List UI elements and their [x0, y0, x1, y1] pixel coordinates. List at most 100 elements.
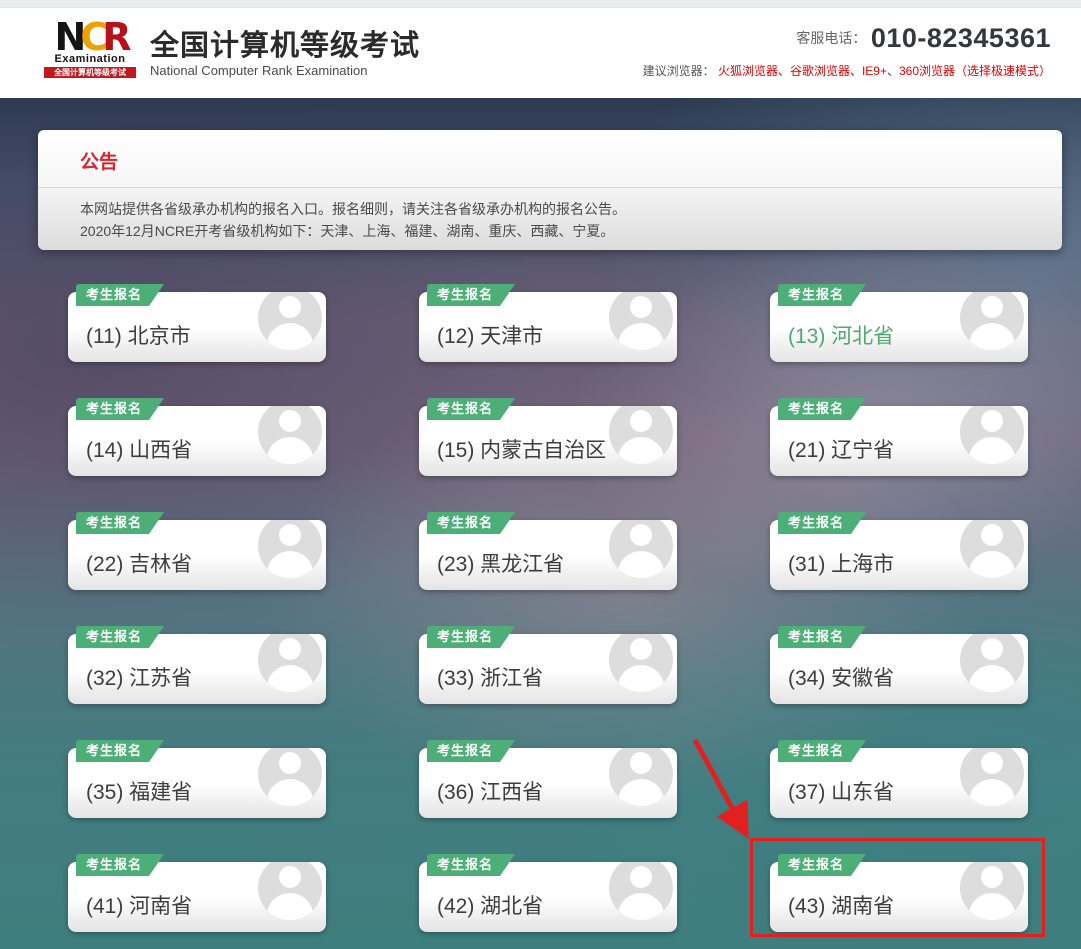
person-avatar-icon — [960, 634, 1024, 692]
header-contact-area: 客服电话： 010-82345361 建议浏览器： 火狐浏览器、谷歌浏览器、IE… — [643, 23, 1051, 79]
badge-label: 考生报名 — [788, 743, 844, 758]
person-avatar-icon — [609, 406, 673, 464]
province-card[interactable]: 考生报名 (43) 湖南省 — [770, 862, 1028, 932]
person-avatar-icon — [609, 634, 673, 692]
person-avatar-icon — [960, 520, 1024, 578]
candidate-registration-badge: 考生报名 — [778, 512, 866, 534]
service-phone: 客服电话： 010-82345361 — [643, 23, 1051, 54]
site-header: NCR Examination 全国计算机等级考试 全国计算机等级考试 Nati… — [0, 9, 1081, 98]
badge-label: 考生报名 — [788, 857, 844, 872]
badge-label: 考生报名 — [788, 629, 844, 644]
candidate-registration-badge: 考生报名 — [427, 626, 515, 648]
province-card[interactable]: 考生报名 (32) 江苏省 — [68, 634, 326, 704]
ncre-logo-icon: NCR Examination 全国计算机等级考试 — [44, 21, 136, 78]
site-title-block: 全国计算机等级考试 National Computer Rank Examina… — [150, 21, 420, 79]
site-logo: NCR Examination 全国计算机等级考试 全国计算机等级考试 Nati… — [44, 21, 420, 79]
candidate-registration-badge: 考生报名 — [76, 854, 164, 876]
candidate-registration-badge: 考生报名 — [427, 398, 515, 420]
province-card[interactable]: 考生报名 (33) 浙江省 — [419, 634, 677, 704]
person-avatar-icon — [960, 406, 1024, 464]
province-label: (41) 河南省 — [86, 890, 192, 920]
province-card[interactable]: 考生报名 (34) 安徽省 — [770, 634, 1028, 704]
browser-recommendation: 建议浏览器： 火狐浏览器、谷歌浏览器、IE9+、360浏览器（选择极速模式） — [643, 62, 1051, 79]
badge-label: 考生报名 — [788, 515, 844, 530]
person-avatar-icon — [258, 520, 322, 578]
province-label: (31) 上海市 — [788, 548, 894, 578]
logo-banner-text: 全国计算机等级考试 — [44, 67, 136, 78]
service-phone-number: 010-82345361 — [871, 23, 1051, 53]
announcement-panel: 公告 本网站提供各省级承办机构的报名入口。报名细则，请关注各省级承办机构的报名公… — [38, 130, 1062, 250]
province-label: (36) 江西省 — [437, 776, 543, 806]
badge-label: 考生报名 — [788, 401, 844, 416]
person-avatar-icon — [258, 748, 322, 806]
province-card[interactable]: 考生报名 (41) 河南省 — [68, 862, 326, 932]
browser-recommendation-list: 火狐浏览器、谷歌浏览器、IE9+、360浏览器（选择极速模式） — [718, 64, 1051, 78]
province-label: (23) 黑龙江省 — [437, 548, 564, 578]
province-card[interactable]: 考生报名 (36) 江西省 — [419, 748, 677, 818]
badge-label: 考生报名 — [437, 515, 493, 530]
badge-label: 考生报名 — [437, 743, 493, 758]
province-label: (12) 天津市 — [437, 320, 543, 350]
announcement-line-1: 本网站提供各省级承办机构的报名入口。报名细则，请关注各省级承办机构的报名公告。 — [38, 198, 1062, 220]
person-avatar-icon — [609, 862, 673, 920]
province-label: (43) 湖南省 — [788, 890, 894, 920]
province-label: (35) 福建省 — [86, 776, 192, 806]
badge-label: 考生报名 — [86, 401, 142, 416]
candidate-registration-badge: 考生报名 — [76, 398, 164, 420]
announcement-title: 公告 — [38, 130, 1062, 174]
person-avatar-icon — [258, 406, 322, 464]
person-avatar-icon — [258, 292, 322, 350]
person-avatar-icon — [609, 292, 673, 350]
badge-label: 考生报名 — [437, 401, 493, 416]
province-card[interactable]: 考生报名 (23) 黑龙江省 — [419, 520, 677, 590]
candidate-registration-badge: 考生报名 — [427, 284, 515, 306]
province-card[interactable]: 考生报名 (22) 吉林省 — [68, 520, 326, 590]
person-avatar-icon — [258, 634, 322, 692]
province-label: (15) 内蒙古自治区 — [437, 434, 606, 464]
candidate-registration-badge: 考生报名 — [778, 284, 866, 306]
badge-label: 考生报名 — [788, 287, 844, 302]
province-label: (14) 山西省 — [86, 434, 192, 464]
province-card[interactable]: 考生报名 (31) 上海市 — [770, 520, 1028, 590]
person-avatar-icon — [609, 520, 673, 578]
province-label: (32) 江苏省 — [86, 662, 192, 692]
province-card[interactable]: 考生报名 (21) 辽宁省 — [770, 406, 1028, 476]
person-avatar-icon — [258, 862, 322, 920]
badge-label: 考生报名 — [437, 629, 493, 644]
site-title-cn: 全国计算机等级考试 — [150, 29, 420, 63]
province-card[interactable]: 考生报名 (15) 内蒙古自治区 — [419, 406, 677, 476]
candidate-registration-badge: 考生报名 — [76, 740, 164, 762]
page-top-strip — [0, 0, 1081, 8]
candidate-registration-badge: 考生报名 — [778, 740, 866, 762]
candidate-registration-badge: 考生报名 — [778, 854, 866, 876]
province-card[interactable]: 考生报名 (13) 河北省 — [770, 292, 1028, 362]
person-avatar-icon — [960, 862, 1024, 920]
candidate-registration-badge: 考生报名 — [76, 512, 164, 534]
candidate-registration-badge: 考生报名 — [76, 626, 164, 648]
candidate-registration-badge: 考生报名 — [427, 854, 515, 876]
province-card[interactable]: 考生报名 (11) 北京市 — [68, 292, 326, 362]
browser-recommendation-label: 建议浏览器： — [643, 64, 715, 78]
province-label: (33) 浙江省 — [437, 662, 543, 692]
badge-label: 考生报名 — [437, 857, 493, 872]
province-label: (11) 北京市 — [86, 320, 191, 350]
province-card[interactable]: 考生报名 (12) 天津市 — [419, 292, 677, 362]
province-card[interactable]: 考生报名 (14) 山西省 — [68, 406, 326, 476]
province-card[interactable]: 考生报名 (35) 福建省 — [68, 748, 326, 818]
candidate-registration-badge: 考生报名 — [427, 740, 515, 762]
candidate-registration-badge: 考生报名 — [76, 284, 164, 306]
province-label: (22) 吉林省 — [86, 548, 192, 578]
candidate-registration-badge: 考生报名 — [427, 512, 515, 534]
province-label: (34) 安徽省 — [788, 662, 894, 692]
province-label: (42) 湖北省 — [437, 890, 543, 920]
badge-label: 考生报名 — [437, 287, 493, 302]
candidate-registration-badge: 考生报名 — [778, 626, 866, 648]
province-label: (13) 河北省 — [788, 320, 894, 350]
badge-label: 考生报名 — [86, 515, 142, 530]
province-card[interactable]: 考生报名 (42) 湖北省 — [419, 862, 677, 932]
person-avatar-icon — [609, 748, 673, 806]
province-card[interactable]: 考生报名 (37) 山东省 — [770, 748, 1028, 818]
province-label: (37) 山东省 — [788, 776, 894, 806]
person-avatar-icon — [960, 748, 1024, 806]
province-label: (21) 辽宁省 — [788, 434, 894, 464]
